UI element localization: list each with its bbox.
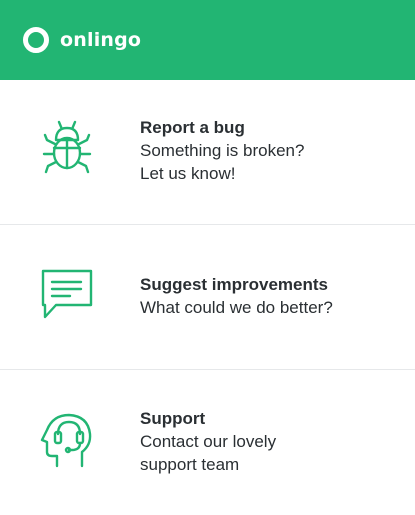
feedback-menu: Report a bug Something is broken? Let us… bbox=[0, 80, 415, 515]
menu-item-title: Suggest improvements bbox=[140, 275, 328, 294]
menu-item-suggest-improvements[interactable]: Suggest improvements What could we do be… bbox=[0, 225, 415, 370]
bug-icon bbox=[42, 120, 92, 174]
menu-item-title: Report a bug bbox=[140, 118, 245, 137]
brand-name: onlingo bbox=[60, 29, 142, 51]
menu-item-text: Support Contact our lovely support team bbox=[140, 407, 405, 476]
logo-ring-icon bbox=[23, 27, 49, 53]
headset-support-icon bbox=[40, 413, 92, 468]
menu-item-title: Support bbox=[140, 409, 206, 428]
menu-item-support[interactable]: Support Contact our lovely support team bbox=[0, 370, 415, 515]
menu-item-text: Suggest improvements What could we do be… bbox=[140, 273, 405, 319]
menu-item-text: Report a bug Something is broken? Let us… bbox=[140, 116, 405, 185]
menu-item-description: Something is broken? Let us know! bbox=[140, 141, 305, 183]
menu-item-description: What could we do better? bbox=[140, 298, 333, 317]
header-bar: onlingo bbox=[0, 0, 415, 80]
chat-bubble-icon bbox=[41, 269, 93, 319]
menu-item-description: Contact our lovely support team bbox=[140, 432, 277, 474]
brand-logo[interactable]: onlingo bbox=[22, 26, 141, 54]
menu-item-report-bug[interactable]: Report a bug Something is broken? Let us… bbox=[0, 80, 415, 225]
app-window: onlingo Report a bug Something is broken… bbox=[0, 0, 415, 515]
